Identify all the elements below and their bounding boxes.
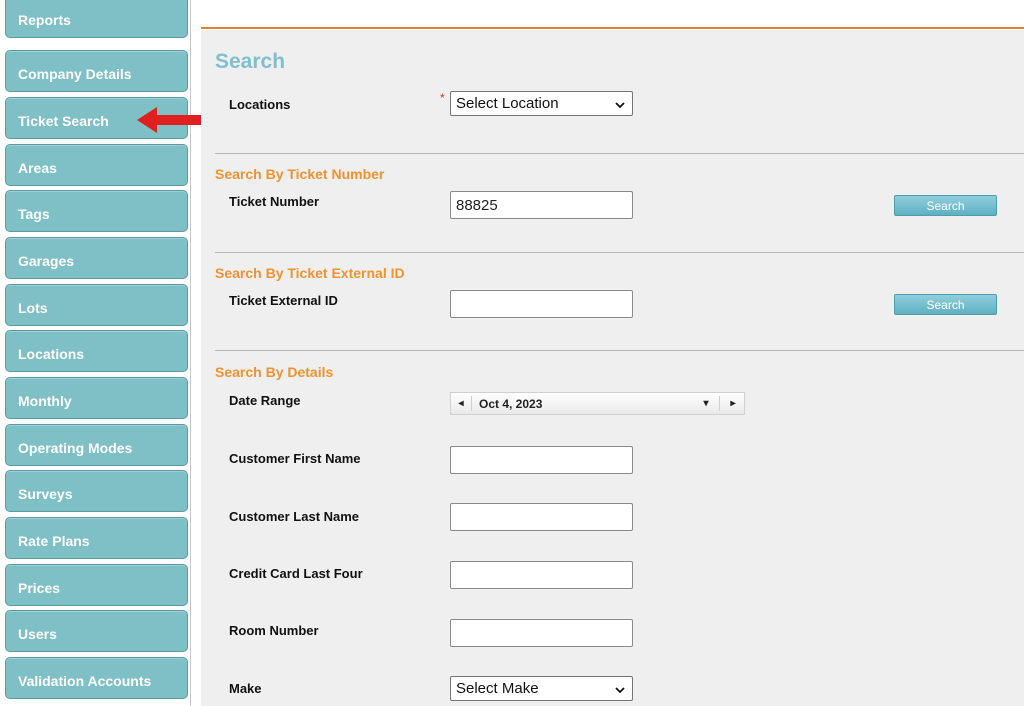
date-range-picker[interactable]: ◂ Oct 4, 2023 ▾ ▸ — [450, 392, 745, 415]
chevron-down-icon — [615, 102, 625, 109]
required-marker: * — [440, 91, 445, 105]
location-select[interactable]: Select Location — [450, 91, 633, 116]
sidebar-item-label: Prices — [18, 580, 61, 596]
caret-down-icon: ▾ — [703, 398, 709, 409]
sidebar-item-label: Users — [18, 626, 57, 642]
search-ticket-number-button[interactable]: Search — [894, 195, 997, 216]
red-arrow-icon — [137, 107, 201, 133]
sidebar-item-label: Company Details — [18, 66, 132, 82]
section-divider — [215, 350, 1024, 351]
sidebar-item-garages[interactable]: Garages — [5, 237, 188, 279]
external-id-label: Ticket External ID — [229, 293, 338, 308]
section-divider — [215, 252, 1024, 253]
sidebar-item-lots[interactable]: Lots — [5, 284, 188, 326]
make-label: Make — [229, 681, 262, 696]
last-name-input[interactable] — [450, 503, 633, 531]
date-range-label: Date Range — [229, 393, 301, 408]
date-next-button[interactable]: ▸ — [725, 393, 741, 414]
header-rule — [201, 27, 1024, 29]
sidebar-item-reports[interactable]: Reports — [5, 0, 188, 38]
make-select-value: Select Make — [456, 680, 539, 697]
sidebar-item-label: Monthly — [18, 393, 72, 409]
make-select[interactable]: Select Make — [450, 676, 633, 701]
sidebar-item-rate-plans[interactable]: Rate Plans — [5, 517, 188, 559]
card-last-four-input[interactable] — [450, 561, 633, 589]
sidebar-item-users[interactable]: Users — [5, 610, 188, 652]
location-select-value: Select Location — [456, 95, 559, 112]
sidebar-divider — [190, 0, 191, 706]
caret-right-icon: ▸ — [730, 398, 736, 409]
sidebar-item-prices[interactable]: Prices — [5, 564, 188, 606]
chevron-down-icon — [615, 687, 625, 694]
ticket-number-input[interactable]: 88825 — [450, 191, 633, 219]
section-title-ticket-number: Search By Ticket Number — [215, 166, 385, 182]
sidebar-item-locations[interactable]: Locations — [5, 330, 188, 372]
sidebar-item-surveys[interactable]: Surveys — [5, 470, 188, 512]
sidebar-item-label: Reports — [18, 12, 71, 28]
first-name-label: Customer First Name — [229, 451, 361, 466]
locations-label: Locations — [229, 97, 291, 112]
sidebar-item-label: Locations — [18, 346, 85, 362]
external-id-input[interactable] — [450, 290, 633, 318]
sidebar-item-label: Validation Accounts — [18, 673, 152, 689]
last-name-label: Customer Last Name — [229, 509, 360, 524]
ticket-number-value: 88825 — [456, 196, 498, 214]
section-divider — [215, 153, 1024, 154]
sidebar-item-validation-accounts[interactable]: Validation Accounts — [5, 657, 188, 699]
date-prev-button[interactable]: ◂ — [453, 393, 469, 414]
sidebar-item-areas[interactable]: Areas — [5, 144, 188, 186]
date-separator — [471, 396, 472, 411]
sidebar-item-company-details[interactable]: Company Details — [5, 50, 188, 92]
date-value: Oct 4, 2023 — [479, 396, 543, 411]
section-title-details: Search By Details — [215, 364, 334, 380]
sidebar-item-label: Ticket Search — [18, 113, 109, 129]
sidebar-item-label: Surveys — [18, 486, 73, 502]
ticket-number-label: Ticket Number — [229, 194, 320, 209]
sidebar-item-operating-modes[interactable]: Operating Modes — [5, 424, 188, 466]
card-last-four-label: Credit Card Last Four — [229, 566, 363, 581]
sidebar-item-label: Rate Plans — [18, 533, 90, 549]
sidebar-item-monthly[interactable]: Monthly — [5, 377, 188, 419]
sidebar-item-label: Garages — [18, 253, 75, 269]
room-number-label: Room Number — [229, 623, 319, 638]
sidebar-item-tags[interactable]: Tags — [5, 190, 188, 232]
sidebar-item-label: Lots — [18, 300, 48, 316]
first-name-input[interactable] — [450, 446, 633, 474]
page-title: Search — [215, 50, 286, 73]
date-dropdown-button[interactable]: ▾ — [699, 393, 713, 414]
search-external-id-button[interactable]: Search — [894, 294, 997, 315]
date-separator — [719, 396, 720, 411]
sidebar-item-label: Tags — [18, 206, 50, 222]
caret-left-icon: ◂ — [458, 398, 464, 409]
room-number-input[interactable] — [450, 619, 633, 647]
section-title-external-id: Search By Ticket External ID — [215, 265, 405, 281]
sidebar-item-label: Operating Modes — [18, 440, 133, 456]
sidebar-item-label: Areas — [18, 160, 57, 176]
sidebar: Reports Company Details Ticket Search Ar… — [0, 0, 192, 706]
